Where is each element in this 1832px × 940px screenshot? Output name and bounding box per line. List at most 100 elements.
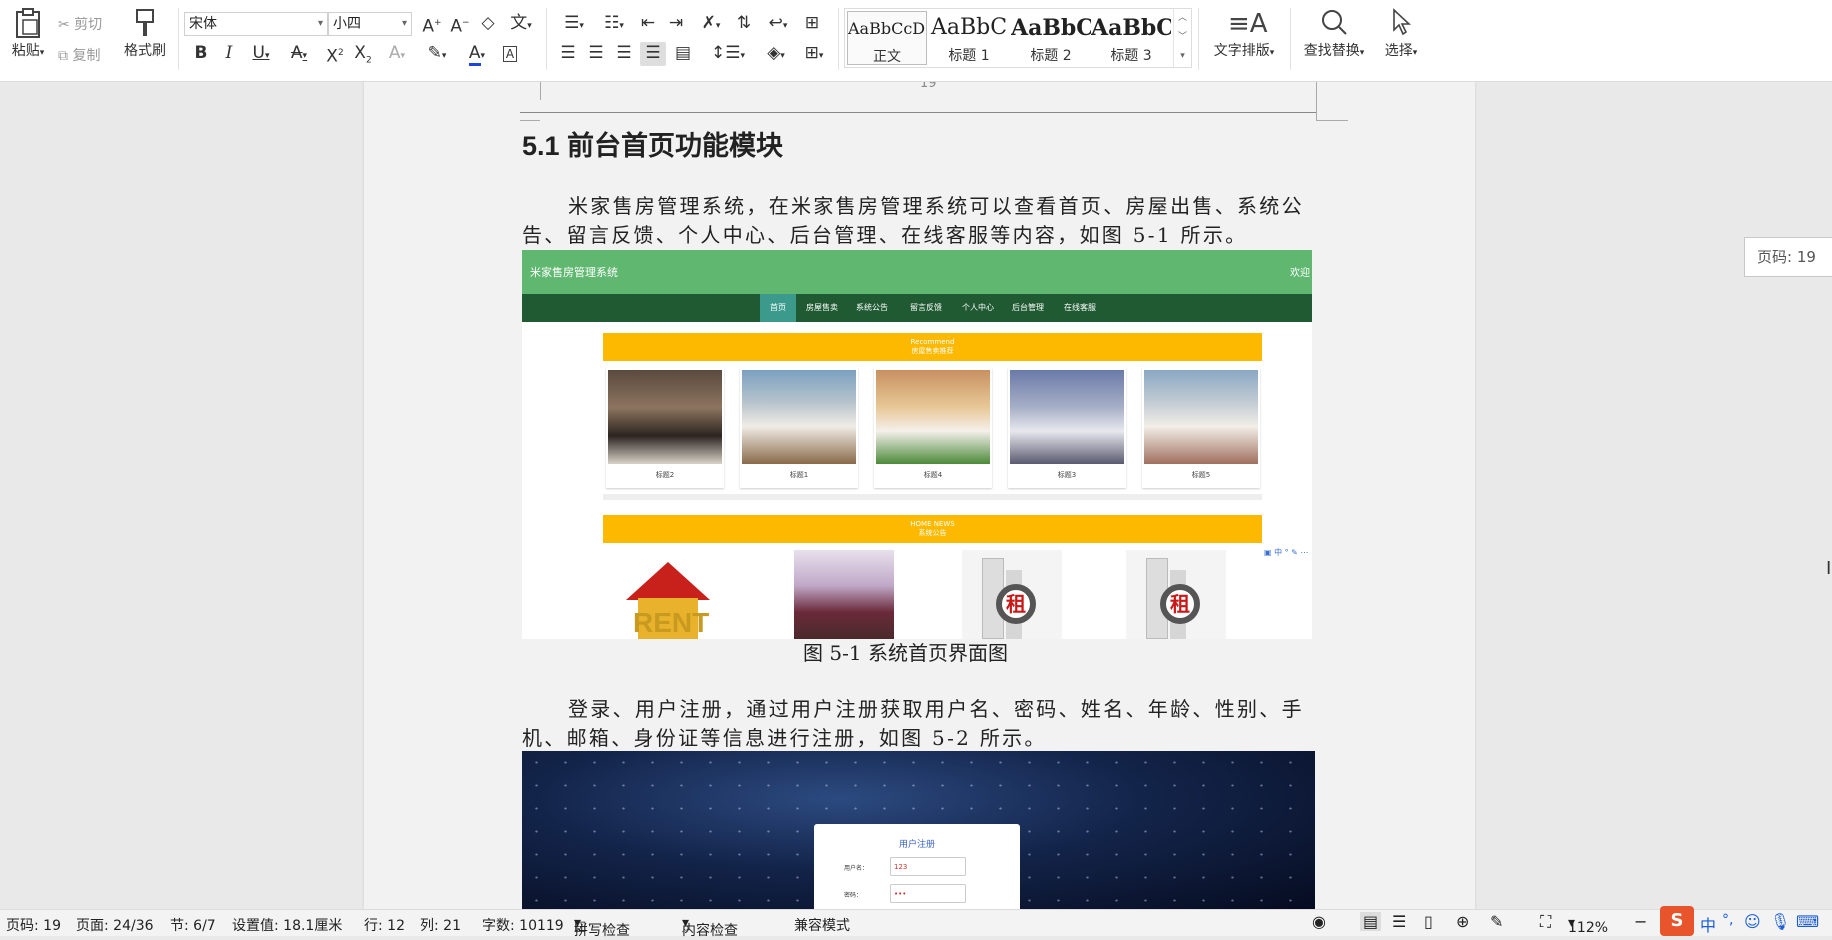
microphone-icon[interactable]: 🎙 [1770, 912, 1790, 931]
nav-feedback: 留言反馈 [910, 303, 942, 312]
nav-admin: 后台管理 [1012, 303, 1044, 312]
cut-button[interactable]: ✂ 剪切 [58, 14, 102, 34]
sort-icon[interactable]: ⇅ [732, 12, 756, 36]
shrink-font-icon[interactable]: A− [448, 12, 472, 37]
font-name-select[interactable]: 宋体 [184, 12, 328, 36]
document-page[interactable]: 19 5.1 前台首页功能模块 米家售房管理系统，在米家售房管理系统可以查看首页… [364, 82, 1475, 909]
text-cursor-icon: I [1826, 558, 1832, 579]
bullet-list-icon[interactable]: ☰▾ [556, 12, 592, 36]
underline-icon[interactable]: U▾ [244, 42, 278, 66]
fit-page-icon[interactable]: ⛶ [1540, 912, 1551, 932]
styles-scroll[interactable]: ︿ ﹀ ▾ [1173, 9, 1191, 67]
nav-house-sale: 房屋售卖 [806, 303, 838, 312]
phonetic-guide-icon[interactable]: 文▾ [504, 12, 538, 36]
font-size-select[interactable]: 小四 [328, 12, 412, 36]
find-replace-button[interactable]: 查找替换▾ [1296, 8, 1372, 60]
cursor-icon [1385, 8, 1417, 40]
clipboard-icon [12, 8, 44, 40]
punctuation-icon[interactable]: °, [1722, 912, 1733, 928]
align-center-icon[interactable]: ☰ [584, 42, 608, 66]
recommend-banner: Recommend 房屋售卖推荐 [603, 333, 1262, 361]
style-heading-2[interactable]: AaBbC 标题 2 [1011, 11, 1091, 65]
style-normal[interactable]: AaBbCcDd正文 [847, 11, 927, 65]
room-photo [742, 370, 856, 464]
text-direction-icon[interactable]: ✗▾ [694, 12, 728, 36]
strikethrough-icon[interactable]: A▾ [282, 42, 316, 66]
room-photo [1144, 370, 1258, 464]
line-spacing-icon[interactable]: ↕☰▾ [708, 42, 748, 66]
register-password-field: ••• [890, 884, 966, 903]
increase-indent-icon[interactable]: ⇥ [664, 12, 688, 36]
site-nav: 首页 房屋售卖 系统公告 留言反馈 个人中心 后台管理 在线客服 [522, 294, 1312, 322]
zoom-out-icon[interactable]: − [1634, 912, 1647, 931]
paragraph-1-line-2: 告、留言反馈、个人中心、后台管理、在线客服等内容，如图 5-1 所示。 [522, 223, 1248, 247]
pen-icon[interactable]: ✎ [1490, 912, 1503, 931]
eye-icon[interactable]: ◉ [1312, 912, 1326, 931]
table-tab-icon[interactable]: ⊞ [800, 12, 824, 36]
search-icon [1318, 8, 1350, 40]
text-layout-button[interactable]: ≡A 文字排版▾ [1206, 8, 1282, 60]
numbered-list-icon[interactable]: ☷▾ [596, 12, 632, 36]
align-right-icon[interactable]: ☰ [612, 42, 636, 66]
news-image-room [794, 550, 894, 639]
status-word-count[interactable]: 字数: 10119 [482, 915, 564, 935]
svg-text:RENT: RENT [633, 607, 709, 638]
superscript-icon[interactable]: X2 [322, 42, 348, 67]
justify-icon[interactable]: ☰ [640, 42, 666, 66]
shading-icon[interactable]: ◈▾ [758, 42, 794, 66]
nav-home: 首页 [760, 294, 796, 322]
site-title: 米家售房管理系统 [530, 266, 618, 279]
page-number-tag: 页码: 19 [1744, 237, 1832, 277]
line-break-icon[interactable]: ↩▾ [760, 12, 796, 36]
sogou-logo-icon[interactable]: S [1660, 906, 1694, 936]
align-left-icon[interactable]: ☰ [556, 42, 580, 66]
room-card: 标题1 [740, 368, 858, 488]
bold-icon[interactable]: B [190, 42, 212, 66]
borders-icon[interactable]: ⊞▾ [796, 42, 832, 66]
emoji-icon[interactable]: ☺ [1744, 912, 1761, 931]
content-check-button[interactable]: ⌕ 内容检查 ▾ [682, 915, 738, 939]
decrease-indent-icon[interactable]: ⇤ [636, 12, 660, 36]
room-card: 标题4 [874, 368, 992, 488]
status-page-number[interactable]: 页码: 19 [6, 915, 61, 935]
figure-register-screenshot: 用户注册 用户名： 123 密码： ••• [522, 751, 1315, 909]
status-section[interactable]: 节: 6/7 [170, 915, 216, 935]
highlight-icon[interactable]: ✎▾ [420, 42, 454, 66]
copy-button[interactable]: ⧉ 复制 [58, 45, 100, 65]
status-line[interactable]: 行: 12 [364, 915, 405, 935]
grow-font-icon[interactable]: A+ [420, 12, 444, 37]
nav-service: 在线客服 [1064, 303, 1096, 312]
italic-icon[interactable]: I [218, 42, 240, 66]
style-heading-1[interactable]: AaBbC 标题 1 [929, 11, 1009, 65]
spell-check-button[interactable]: ☑ 拼写检查 ▾ [574, 915, 630, 939]
clear-format-icon[interactable]: ◇ [476, 12, 500, 36]
register-username-field: 123 [890, 857, 966, 876]
distributed-align-icon[interactable]: ▤ [670, 42, 696, 66]
char-border-icon[interactable]: A [498, 42, 522, 66]
status-page[interactable]: 页面: 24/36 [76, 915, 154, 935]
page-view-icon[interactable]: ▤ [1360, 912, 1382, 931]
room-photo [876, 370, 990, 464]
status-column[interactable]: 列: 21 [420, 915, 461, 935]
section-heading: 5.1 前台首页功能模块 [522, 131, 784, 161]
paste-button[interactable]: 粘贴▾ [8, 8, 48, 60]
select-button[interactable]: 选择▾ [1376, 8, 1426, 60]
font-color-icon[interactable]: A▾ [460, 42, 494, 66]
text-effect-icon[interactable]: A▾ [380, 42, 414, 66]
nav-personal: 个人中心 [962, 303, 994, 312]
format-painter-button[interactable]: 格式刷 [120, 8, 170, 60]
reading-view-icon[interactable]: ▯ [1424, 912, 1433, 931]
paragraph-1-line-1: 米家售房管理系统，在米家售房管理系统可以查看首页、房屋出售、系统公 [568, 194, 1304, 218]
web-view-icon[interactable]: ⊕ [1456, 912, 1469, 931]
style-heading-3[interactable]: AaBbC 标题 3 [1091, 11, 1171, 65]
register-form: 用户注册 用户名： 123 密码： ••• [814, 824, 1020, 909]
document-workspace[interactable]: 19 5.1 前台首页功能模块 米家售房管理系统，在米家售房管理系统可以查看首页… [0, 82, 1832, 909]
status-setting[interactable]: 设置值: 18.1厘米 [232, 915, 342, 935]
zoom-level[interactable]: 112% ▾ [1568, 915, 1608, 936]
outline-view-icon[interactable]: ☰ [1392, 912, 1406, 931]
ime-chinese-indicator[interactable]: 中 [1700, 912, 1716, 936]
keyboard-icon[interactable]: ⌨ [1796, 912, 1819, 931]
ime-floating-bar: ▣ 中 ° ✎ ⋯ [1264, 546, 1312, 560]
compat-mode-label: 兼容模式 [794, 918, 850, 934]
subscript-icon[interactable]: X2 [350, 42, 376, 66]
